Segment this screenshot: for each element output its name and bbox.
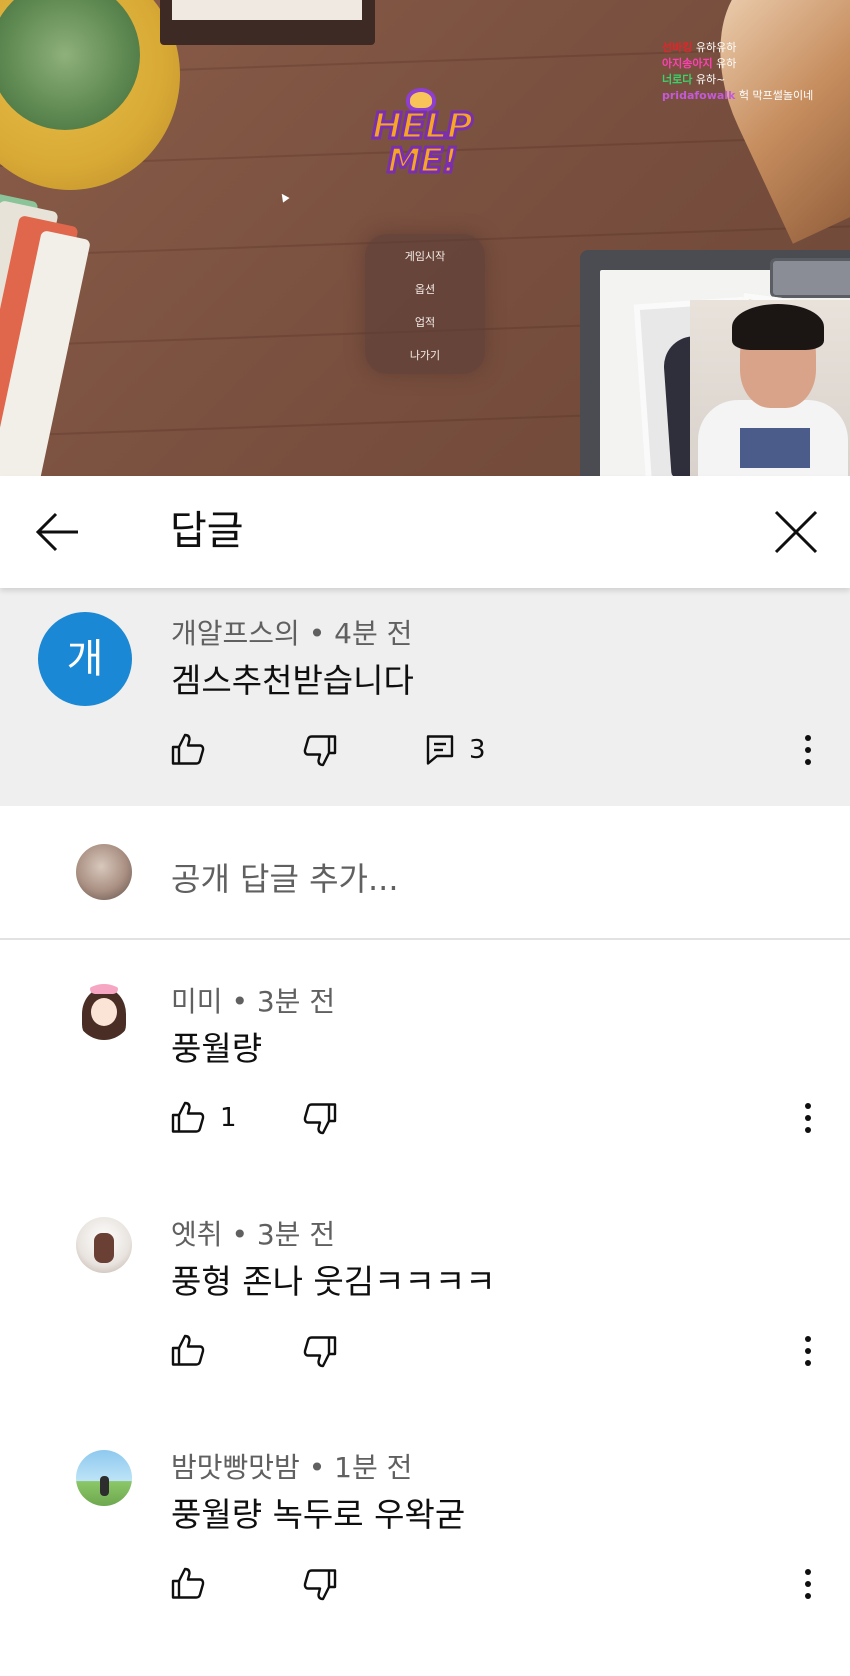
comment-meta: 엣취 • 3분 전 <box>171 1213 335 1253</box>
logo-line2: ME! <box>386 141 460 181</box>
thumbs-up-icon <box>171 1101 205 1133</box>
comment-text: 풍월량 <box>171 1029 263 1068</box>
dislike-button[interactable] <box>302 1098 338 1138</box>
menu-exit[interactable]: 나가기 <box>365 347 485 363</box>
comment-time: 3분 전 <box>256 1218 336 1251</box>
chat-message: 유하~ <box>695 73 726 86</box>
replies-header: 답글 <box>0 476 850 588</box>
reply-item: 미미 • 3분 전 풍월량 1 <box>0 980 850 1210</box>
comment-text: 겜스추천받습니다 <box>171 661 414 700</box>
comment-author[interactable]: 개알프스의 <box>171 617 300 650</box>
back-button[interactable] <box>28 502 88 562</box>
like-button[interactable] <box>170 1331 206 1371</box>
thumbs-up-icon <box>171 733 205 765</box>
reply-item: 엣취 • 3분 전 풍형 존나 웃김ㅋㅋㅋㅋ <box>0 1213 850 1443</box>
comment-time: 4분 전 <box>334 617 413 650</box>
more-vertical-icon <box>805 1569 811 1599</box>
chat-message: 유하 <box>716 57 737 70</box>
comment-time: 1분 전 <box>334 1451 413 1484</box>
chat-user: 아지송아지 <box>662 57 713 70</box>
avatar[interactable] <box>76 984 132 1040</box>
like-button[interactable] <box>170 1564 206 1604</box>
like-count: 1 <box>220 1103 237 1133</box>
game-logo: HELP ME! <box>362 88 482 204</box>
menu-start[interactable]: 게임시작 <box>365 248 485 264</box>
comment-icon <box>426 735 454 765</box>
meta-separator: • <box>308 1451 335 1484</box>
meta-separator: • <box>231 1218 257 1251</box>
thumbs-down-icon <box>303 1336 337 1368</box>
reply-count: 3 <box>469 735 486 765</box>
meta-separator: • <box>308 617 335 650</box>
chat-line: 너로다 유하~ <box>662 72 847 88</box>
more-vertical-icon <box>805 1103 811 1133</box>
reply-input[interactable]: 공개 답글 추가... <box>171 854 399 900</box>
menu-options[interactable]: 옵션 <box>365 281 485 297</box>
more-options-button[interactable] <box>796 1331 820 1371</box>
comment-meta: 밤맛빵맛밤 • 1분 전 <box>171 1446 412 1486</box>
chat-user: 너로다 <box>662 73 693 86</box>
like-button[interactable]: 1 <box>170 1098 237 1138</box>
tray-paper <box>172 0 362 20</box>
avatar[interactable] <box>76 1217 132 1273</box>
reply-item: 밤맛빵맛밤 • 1분 전 풍월량 녹두로 우왁굳 <box>0 1446 850 1676</box>
my-avatar <box>76 844 132 900</box>
dislike-button[interactable] <box>302 1564 338 1604</box>
chat-message: 헉 막프썰놀이네 <box>738 89 814 102</box>
comment-author[interactable]: 엣취 <box>171 1218 223 1251</box>
game-menu: 게임시작 옵션 업적 나가기 <box>365 234 485 374</box>
comment-meta: 미미 • 3분 전 <box>171 980 335 1020</box>
comment-author[interactable]: 밤맛빵맛밤 <box>171 1451 300 1484</box>
more-options-button[interactable] <box>796 730 820 770</box>
menu-achievements[interactable]: 업적 <box>365 314 485 330</box>
feather <box>683 0 850 244</box>
comment-meta: 개알프스의 • 4분 전 <box>171 612 412 652</box>
meta-separator: • <box>231 985 257 1018</box>
more-options-button[interactable] <box>796 1564 820 1604</box>
comment-text: 풍형 존나 웃김ㅋㅋㅋㅋ <box>171 1262 496 1301</box>
more-vertical-icon <box>805 1336 811 1366</box>
reply-button[interactable]: 3 <box>425 730 486 770</box>
more-options-button[interactable] <box>796 1098 820 1138</box>
comment-author[interactable]: 미미 <box>171 985 223 1018</box>
page-title: 답글 <box>170 508 244 554</box>
arrow-left-icon <box>35 512 78 552</box>
thumbs-down-icon <box>303 1103 337 1135</box>
add-reply-bar: 공개 답글 추가... <box>0 806 850 940</box>
avatar[interactable] <box>76 1450 132 1506</box>
thumbs-up-icon <box>171 1567 205 1599</box>
parent-comment: 개 개알프스의 • 4분 전 겜스추천받습니다 3 <box>0 588 850 806</box>
comment-time: 3분 전 <box>256 985 336 1018</box>
close-icon <box>774 510 818 554</box>
comment-text: 풍월량 녹두로 우왁굳 <box>171 1495 466 1534</box>
more-vertical-icon <box>805 735 811 765</box>
dislike-button[interactable] <box>302 730 338 770</box>
like-button[interactable] <box>170 730 206 770</box>
book-stack <box>0 190 91 476</box>
stream-chat: 선바킹 유하유하 아지송아지 유하 너로다 유하~ pridafowalk 헉 … <box>662 40 847 104</box>
dislike-button[interactable] <box>302 1331 338 1371</box>
chat-line: 선바킹 유하유하 <box>662 40 847 56</box>
chat-message: 유하유하 <box>695 41 737 54</box>
thumbs-down-icon <box>303 735 337 767</box>
thumbs-down-icon <box>303 1569 337 1601</box>
video-player[interactable]: HELP ME! 게임시작 옵션 업적 나가기 선바킹 유하유하 아지송아지 유… <box>0 0 850 476</box>
streamer-webcam <box>690 300 850 476</box>
close-button[interactable] <box>766 502 826 562</box>
mouse-cursor-icon <box>278 191 290 203</box>
chat-line: 아지송아지 유하 <box>662 56 847 72</box>
thumbs-up-icon <box>171 1334 205 1366</box>
chat-user: 선바킹 <box>662 41 693 54</box>
chat-user: pridafowalk <box>662 89 736 102</box>
chat-line: pridafowalk 헉 막프썰놀이네 <box>662 88 847 104</box>
clipboard-clip <box>770 258 850 298</box>
avatar[interactable]: 개 <box>38 612 132 706</box>
